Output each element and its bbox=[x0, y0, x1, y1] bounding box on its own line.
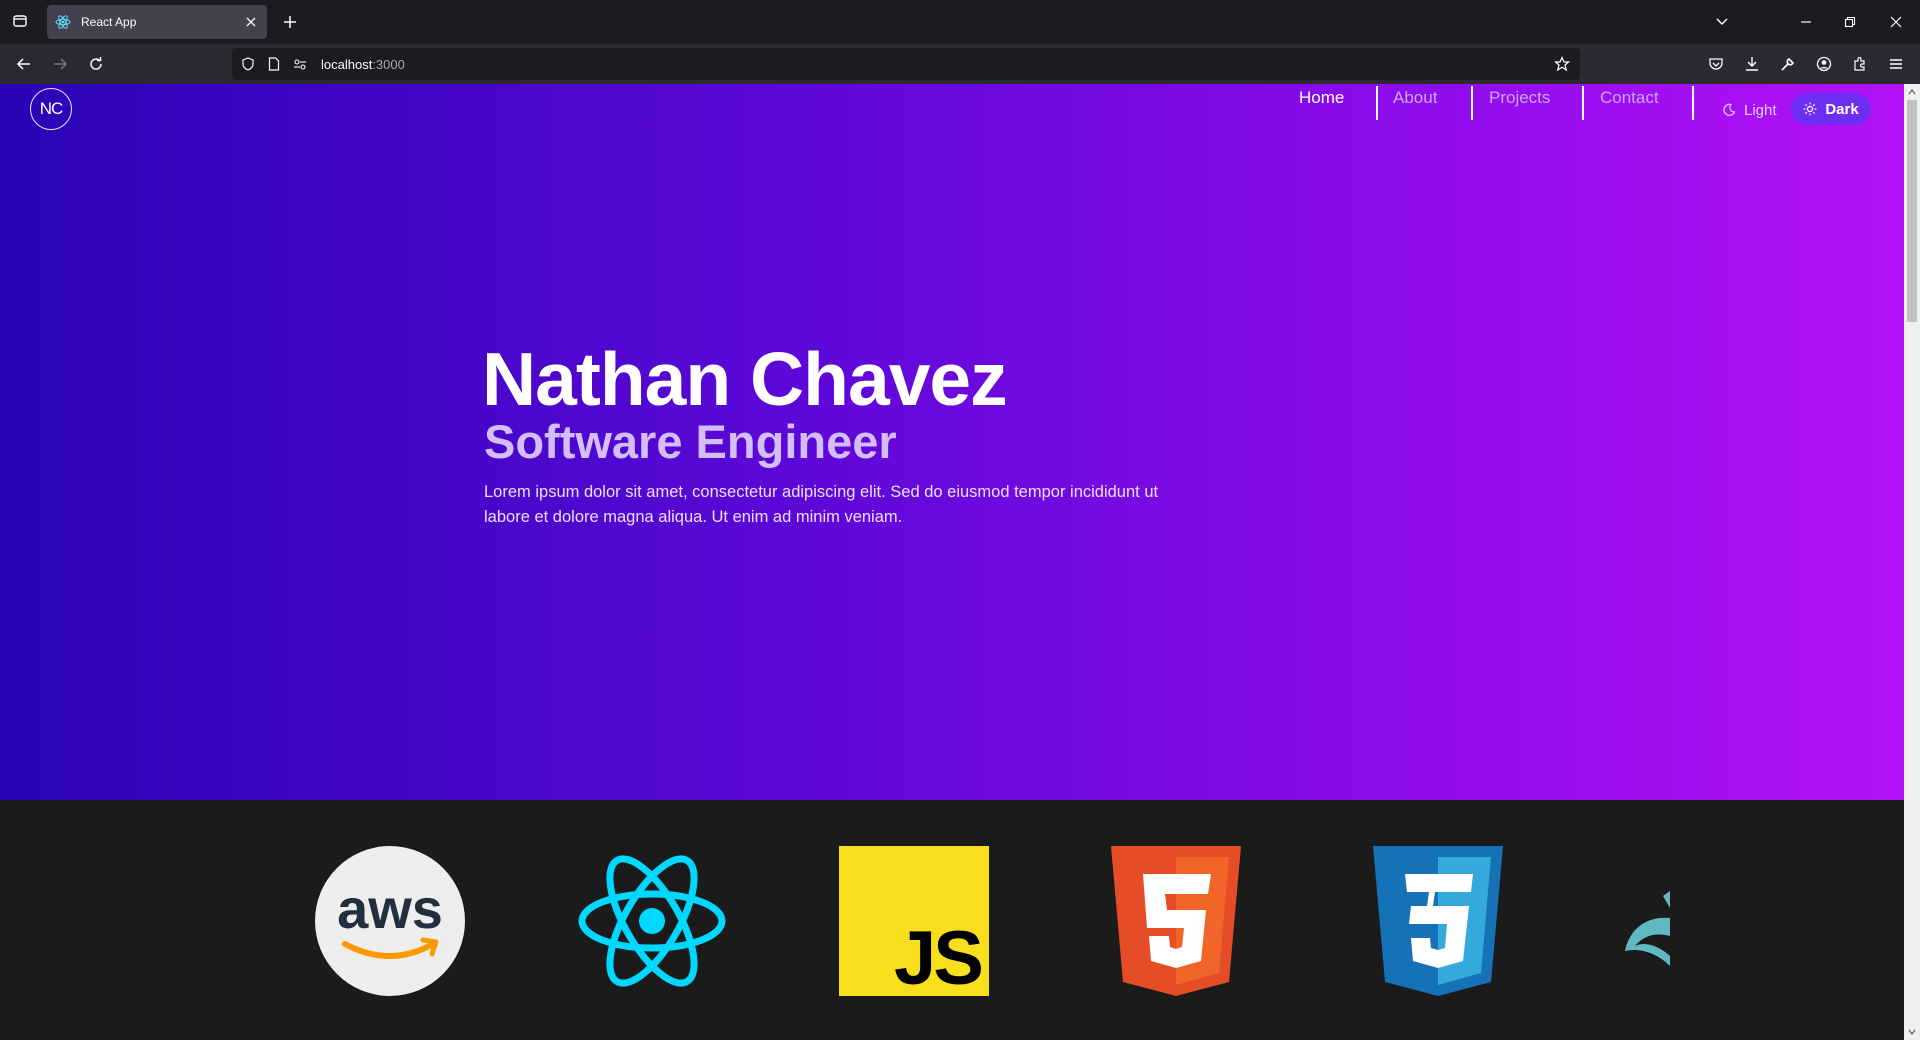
html5-logo-icon bbox=[1111, 846, 1241, 996]
forward-icon[interactable] bbox=[48, 52, 72, 76]
page-icon[interactable] bbox=[266, 56, 282, 72]
site-logo[interactable]: NC bbox=[30, 88, 72, 130]
shield-icon[interactable] bbox=[240, 56, 256, 72]
javascript-logo-icon: JS bbox=[839, 846, 989, 996]
url-text[interactable]: localhost:3000 bbox=[321, 57, 405, 72]
browser-toolbar: localhost:3000 bbox=[0, 44, 1920, 84]
close-window-icon[interactable] bbox=[1882, 8, 1910, 36]
browser-tab[interactable]: React App bbox=[47, 5, 267, 39]
css3-logo-icon bbox=[1373, 846, 1503, 996]
reload-icon[interactable] bbox=[84, 52, 108, 76]
extensions-icon[interactable] bbox=[1848, 52, 1872, 76]
light-theme-label: Light bbox=[1744, 101, 1777, 119]
dark-theme-label: Dark bbox=[1825, 100, 1859, 118]
browser-tab-bar: React App bbox=[0, 0, 1920, 44]
react-logo-icon bbox=[578, 855, 726, 987]
hero-section: NC Home About Projects Contact Light Dar… bbox=[0, 84, 1904, 800]
scroll-up-icon[interactable] bbox=[1907, 87, 1917, 97]
nav-separator bbox=[1692, 86, 1694, 120]
bookmark-star-icon[interactable] bbox=[1554, 56, 1570, 72]
nav-link-home[interactable]: Home bbox=[1299, 88, 1344, 108]
permissions-icon[interactable] bbox=[292, 56, 308, 72]
list-all-tabs-icon[interactable] bbox=[1708, 8, 1736, 36]
react-favicon-icon bbox=[55, 15, 71, 29]
scroll-down-icon[interactable] bbox=[1907, 1027, 1917, 1037]
moon-icon bbox=[1723, 103, 1736, 116]
partial-logo-icon bbox=[1625, 891, 1670, 966]
hero-role: Software Engineer bbox=[484, 415, 897, 468]
wrench-icon[interactable] bbox=[1776, 52, 1800, 76]
dark-theme-button[interactable]: Dark bbox=[1791, 93, 1871, 125]
skills-section: aws JS bbox=[0, 800, 1904, 1040]
tab-list-icon[interactable] bbox=[8, 9, 32, 33]
hero-name: Nathan Chavez bbox=[482, 337, 1008, 421]
scrollbar-thumb[interactable] bbox=[1907, 100, 1917, 322]
nav-separator bbox=[1376, 86, 1378, 120]
page-scrollbar[interactable] bbox=[1904, 84, 1920, 1040]
nav-link-projects[interactable]: Projects bbox=[1489, 88, 1550, 108]
svg-text:aws: aws bbox=[337, 877, 443, 940]
pocket-icon[interactable] bbox=[1704, 52, 1728, 76]
back-icon[interactable] bbox=[12, 52, 36, 76]
nav-link-about[interactable]: About bbox=[1393, 88, 1437, 108]
aws-logo-icon: aws bbox=[315, 846, 465, 996]
menu-icon[interactable] bbox=[1884, 52, 1908, 76]
url-bar[interactable]: localhost:3000 bbox=[232, 48, 1580, 80]
account-icon[interactable] bbox=[1812, 52, 1836, 76]
svg-text:JS: JS bbox=[894, 916, 981, 996]
sun-icon bbox=[1803, 102, 1817, 116]
minimize-icon[interactable] bbox=[1792, 8, 1820, 36]
close-tab-icon[interactable] bbox=[243, 14, 259, 30]
nav-separator bbox=[1471, 86, 1473, 120]
nav-separator bbox=[1582, 86, 1584, 120]
nav-link-contact[interactable]: Contact bbox=[1600, 88, 1659, 108]
light-theme-button[interactable]: Light bbox=[1722, 97, 1777, 123]
logo-text: NC bbox=[39, 99, 64, 118]
tab-title: React App bbox=[81, 15, 137, 29]
page-viewport: NC Home About Projects Contact Light Dar… bbox=[0, 84, 1904, 1040]
downloads-icon[interactable] bbox=[1740, 52, 1764, 76]
new-tab-icon[interactable] bbox=[278, 10, 302, 34]
hero-description: Lorem ipsum dolor sit amet, consectetur … bbox=[484, 483, 1159, 526]
restore-icon[interactable] bbox=[1836, 8, 1864, 36]
